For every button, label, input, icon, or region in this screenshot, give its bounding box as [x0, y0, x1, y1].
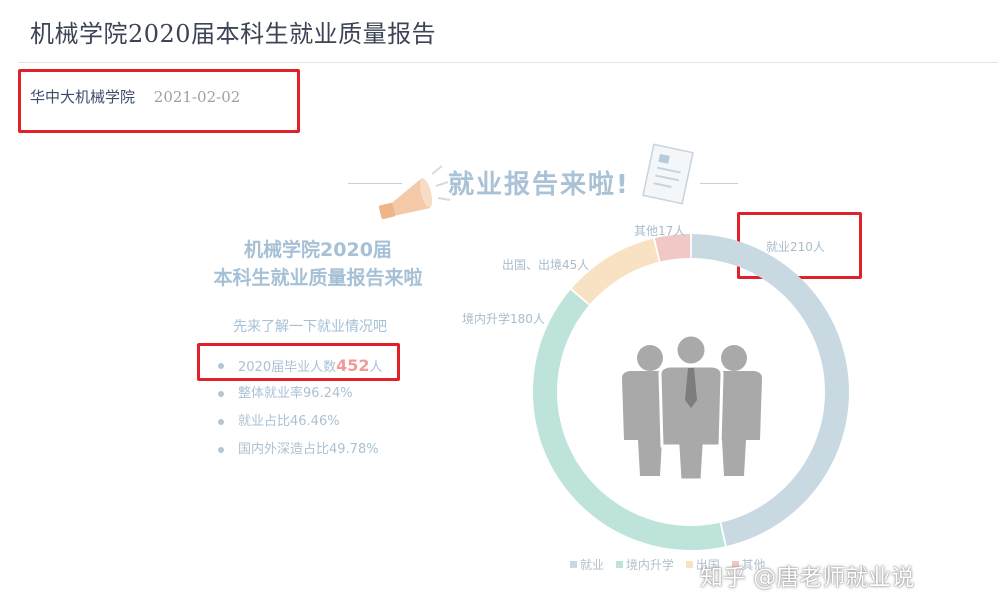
donut-chart — [533, 234, 849, 550]
legend-item: 境内升学 — [615, 558, 674, 572]
people-icon — [622, 333, 762, 482]
slice-label-abroad: 出国、出境45人 — [502, 258, 590, 272]
legend-item: 就业 — [570, 558, 604, 572]
slice-label-other: 其他17人 — [634, 224, 686, 238]
slice-label-domestic-study: 境内升学180人 — [462, 312, 545, 326]
watermark-text: 知乎 @唐老师就业说 — [700, 565, 915, 591]
slice-label-employment: 就业210人 — [766, 240, 825, 254]
